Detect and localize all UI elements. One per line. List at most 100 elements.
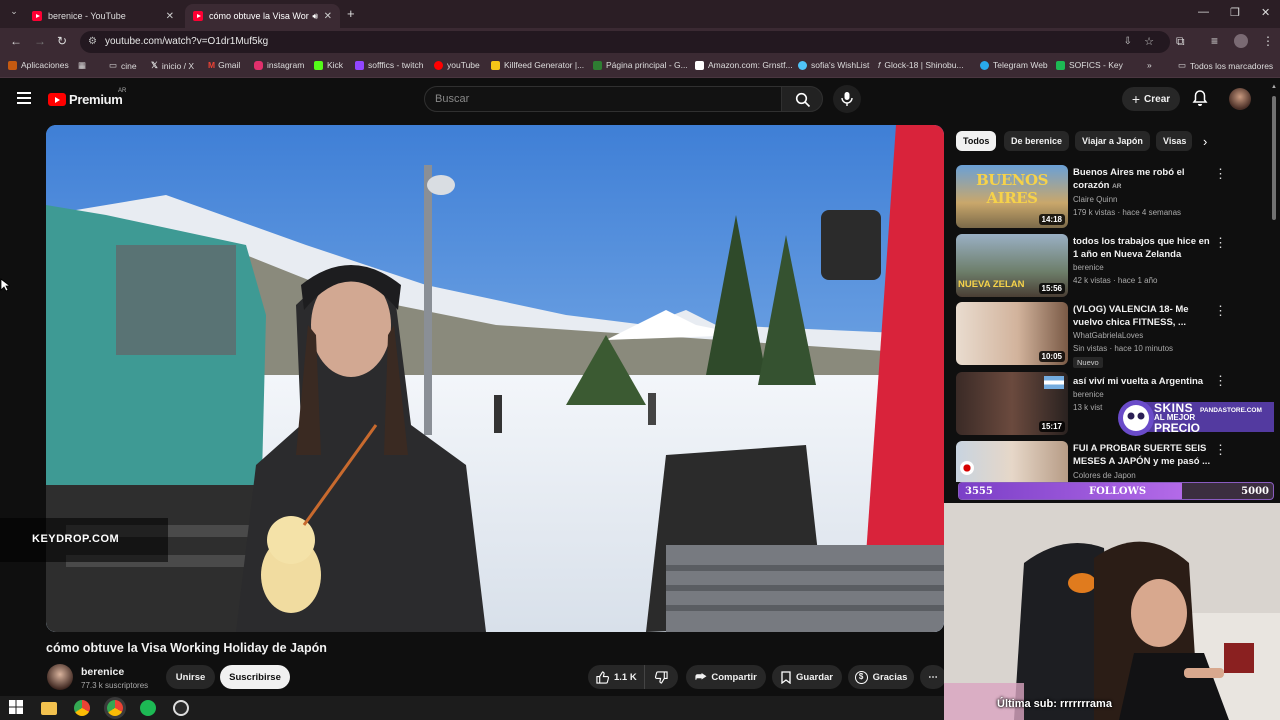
chrome-menu-icon[interactable]: ⋮ xyxy=(1262,34,1274,48)
more-actions-button[interactable]: ⋯ xyxy=(920,665,946,689)
video-thumbnail[interactable]: 10:05 xyxy=(956,302,1068,365)
twitch-icon xyxy=(355,60,364,70)
chrome-active-icon[interactable] xyxy=(107,700,123,716)
recommendation-item[interactable]: 10:05 (VLOG) VALENCIA 18- Me vuelvo chic… xyxy=(956,302,1236,368)
chip-de-berenice[interactable]: De berenice xyxy=(1004,131,1070,151)
create-button[interactable]: + Crear xyxy=(1122,87,1180,111)
video-thumbnail[interactable] xyxy=(956,441,1068,482)
close-tab-icon[interactable]: ✕ xyxy=(324,11,332,22)
chip-todos[interactable]: Todos xyxy=(956,131,997,151)
bookmark-twitch[interactable]: sofffics - twitch xyxy=(355,60,423,70)
channel-avatar[interactable] xyxy=(47,664,73,690)
bookmark-killfeed[interactable]: Killfeed Generator |... xyxy=(491,60,584,70)
more-options-icon[interactable]: ⋮ xyxy=(1214,167,1227,180)
channel-name[interactable]: berenice xyxy=(81,666,124,678)
menu-icon[interactable] xyxy=(17,92,31,104)
back-icon[interactable]: ← xyxy=(10,34,22,48)
bookmark-telegram[interactable]: Telegram Web xyxy=(980,60,1048,70)
thumbs-down-icon xyxy=(655,670,668,684)
search-field[interactable] xyxy=(424,86,782,112)
notifications-bell-icon[interactable] xyxy=(1192,89,1208,107)
recommendation-channel[interactable]: Colores de Japon xyxy=(1073,471,1136,480)
more-options-icon[interactable]: ⋮ xyxy=(1214,304,1227,317)
join-button[interactable]: Unirse xyxy=(166,665,215,689)
file-explorer-icon[interactable] xyxy=(41,702,57,715)
bookmark-label: instagram xyxy=(267,60,305,70)
all-bookmarks[interactable]: ▭ Todos los marcadores xyxy=(1178,60,1273,71)
dislike-button[interactable] xyxy=(644,665,678,689)
more-options-icon[interactable]: ⋮ xyxy=(1214,443,1227,456)
tab-search-button[interactable]: ⌄ xyxy=(6,6,22,22)
address-bar[interactable]: ⚙︎ youtube.com/watch?v=O1dr1Muf5kg ⇩ ☆ xyxy=(80,31,1170,53)
site-info-icon[interactable]: ⚙︎ xyxy=(88,31,97,53)
chip-label: Viajar a Japón xyxy=(1082,136,1143,146)
bookmark-star-icon[interactable]: ☆ xyxy=(1144,31,1154,53)
tab-berenice-youtube[interactable]: berenice - YouTube ✕ xyxy=(24,4,182,28)
search-button[interactable] xyxy=(781,86,823,112)
bookmark-wishlist[interactable]: sofia's WishList xyxy=(798,60,869,70)
bookmark-instagram[interactable]: instagram xyxy=(254,60,304,70)
more-options-icon[interactable]: ⋮ xyxy=(1214,236,1227,249)
subscribe-button[interactable]: Suscribirse xyxy=(220,665,290,689)
bookmark-apps[interactable]: Aplicaciones xyxy=(8,60,69,70)
video-thumbnail[interactable]: BUENOS AIRES 14:18 xyxy=(956,165,1068,228)
bookmark-youtube[interactable]: youTube xyxy=(434,60,480,70)
recommendation-item[interactable]: BUENOS AIRES 14:18 Buenos Aires me robó … xyxy=(956,165,1236,229)
bookmark-cine[interactable]: ▭ cine xyxy=(109,60,137,71)
recommendation-channel[interactable]: WhatGabrielaLoves xyxy=(1073,331,1143,340)
close-window-icon[interactable]: ✕ xyxy=(1261,6,1270,19)
chrome-icon[interactable] xyxy=(74,700,90,716)
follows-current: 3555 xyxy=(965,486,993,497)
share-button[interactable]: ⮫ Compartir xyxy=(686,665,766,689)
sofics-icon xyxy=(1056,60,1065,70)
close-tab-icon[interactable]: ✕ xyxy=(166,11,174,22)
obs-icon[interactable] xyxy=(173,700,189,716)
bookmark-folder-grid[interactable]: ▦ xyxy=(78,60,86,71)
like-button[interactable]: 1.1 K xyxy=(588,665,644,689)
forward-icon[interactable]: → xyxy=(34,34,46,48)
scrollbar-thumb[interactable] xyxy=(1272,96,1276,220)
bookmark-gmail[interactable]: M Gmail xyxy=(208,60,240,70)
voice-search-button[interactable] xyxy=(833,85,861,113)
scroll-up-icon[interactable]: ▲ xyxy=(1271,84,1277,90)
extensions-icon[interactable]: ⧉ xyxy=(1176,34,1185,49)
bookmarks-overflow-icon[interactable]: » xyxy=(1147,60,1152,70)
bookmark-glock[interactable]: f Glock-18 | Shinobu... xyxy=(878,60,964,70)
account-avatar[interactable] xyxy=(1229,88,1251,110)
pandastore-ad-overlay: SKINS AL MEJOR PRECIO PANDASTORE.COM xyxy=(1106,398,1274,440)
chips-next-icon[interactable]: › xyxy=(1203,134,1207,149)
bookmark-kick[interactable]: Kick xyxy=(314,60,343,70)
thanks-button[interactable]: $ Gracias xyxy=(848,665,914,689)
bookmark-amazon[interactable]: Amazon.com: Grnstf... xyxy=(695,60,793,70)
youtube-premium-logo[interactable]: Premium AR xyxy=(48,88,126,107)
media-control-icon[interactable]: ≡ xyxy=(1211,34,1218,48)
video-player[interactable] xyxy=(46,125,944,632)
thanks-label: Gracias xyxy=(872,671,908,683)
drive-icon xyxy=(593,60,602,70)
bookmark-sofics-key[interactable]: SOFICS - Key xyxy=(1056,60,1123,70)
video-thumbnail[interactable]: NUEVA ZELAN 15:56 xyxy=(956,234,1068,297)
chip-visas[interactable]: Visas xyxy=(1156,131,1192,151)
bookmark-pagina-principal[interactable]: Página principal - G... xyxy=(593,60,688,70)
bookmark-x[interactable]: 𝕏inicio / X xyxy=(151,60,194,71)
restore-icon[interactable]: ❐ xyxy=(1230,6,1240,19)
chip-viajar-a-japon[interactable]: Viajar a Japón xyxy=(1075,131,1150,151)
speaker-icon[interactable]: 🔊︎ xyxy=(312,11,318,22)
profile-icon[interactable] xyxy=(1234,34,1248,48)
windows-start-icon[interactable] xyxy=(9,700,25,716)
new-tab-button[interactable]: + xyxy=(347,6,355,21)
recommendation-channel[interactable]: Claire Quinn xyxy=(1073,195,1117,204)
save-button[interactable]: Guardar xyxy=(772,665,842,689)
recommendation-item[interactable]: FUI A PROBAR SUERTE SEIS MESES A JAPÓN y… xyxy=(956,441,1236,482)
recommendation-item[interactable]: NUEVA ZELAN 15:56 todos los trabajos que… xyxy=(956,234,1236,298)
minimize-icon[interactable]: — xyxy=(1198,6,1209,18)
recommendation-channel[interactable]: berenice xyxy=(1073,263,1104,272)
reload-icon[interactable]: ↻ xyxy=(57,34,67,48)
spotify-icon[interactable] xyxy=(140,700,156,716)
more-options-icon[interactable]: ⋮ xyxy=(1214,374,1227,387)
video-thumbnail[interactable]: 15:17 xyxy=(956,372,1068,435)
tab-current-video[interactable]: cómo obtuve la Visa Worki 🔊︎ ✕ xyxy=(185,4,340,28)
install-app-icon[interactable]: ⇩ xyxy=(1124,31,1132,53)
recommendation-channel[interactable]: berenice xyxy=(1073,390,1104,399)
search-input[interactable] xyxy=(435,87,765,111)
